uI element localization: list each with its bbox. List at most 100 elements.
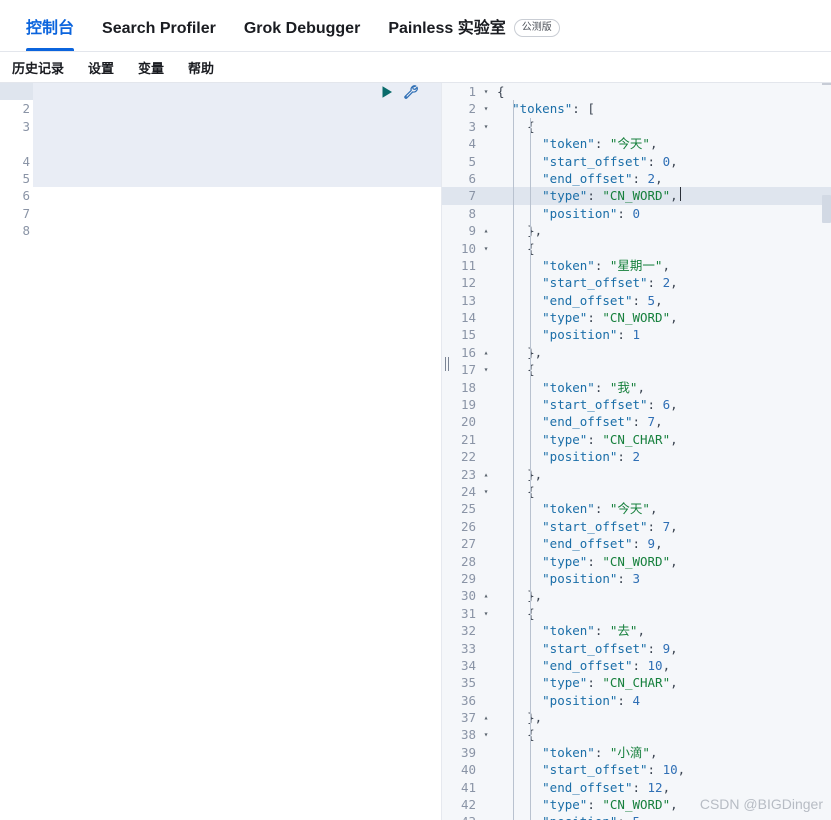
line-number: 3 bbox=[22, 118, 30, 134]
code-token: : bbox=[587, 553, 603, 569]
line-number: 1 bbox=[22, 84, 30, 99]
tab-console[interactable]: 控制台 bbox=[12, 20, 88, 51]
code-line-text: }, bbox=[493, 709, 831, 726]
submenu-item-help[interactable]: 帮助 bbox=[188, 58, 214, 77]
code-line-text: { bbox=[493, 483, 831, 500]
code-line-text: "end_offset": 2, bbox=[493, 170, 831, 187]
fold-toggle-icon[interactable]: ▾ bbox=[479, 118, 493, 135]
code-line-text: { bbox=[493, 726, 831, 743]
code-line-text: "start_offset": 6, bbox=[493, 396, 831, 413]
code-token: 12 bbox=[647, 779, 663, 795]
code-token: "去" bbox=[609, 623, 638, 639]
code-line-text: "end_offset": 10, bbox=[493, 657, 831, 674]
tab-grok-debugger[interactable]: Grok Debugger bbox=[230, 20, 374, 51]
play-icon[interactable] bbox=[380, 85, 394, 99]
code-line: 30 ▴ }, bbox=[442, 587, 831, 604]
code-line: 33 "start_offset": 9, bbox=[442, 640, 831, 657]
code-token: , bbox=[670, 518, 678, 534]
code-line: 6 bbox=[0, 187, 441, 204]
fold-toggle-icon[interactable]: ▴ bbox=[479, 466, 493, 483]
code-line-text: "token": "今天", bbox=[493, 500, 831, 517]
code-token: "CN_CHAR" bbox=[602, 431, 671, 447]
code-line-text: { bbox=[493, 118, 831, 135]
response-scrollbar[interactable] bbox=[822, 83, 831, 820]
code-token: , bbox=[655, 292, 663, 308]
code-token: "end_offset" bbox=[542, 657, 633, 673]
line-number: 2 bbox=[22, 101, 30, 117]
code-token: "end_offset" bbox=[542, 292, 633, 308]
fold-toggle-icon[interactable]: ▾ bbox=[33, 100, 47, 117]
fold-toggle-icon[interactable]: ▾ bbox=[479, 240, 493, 257]
tab-painless-lab[interactable]: Painless 实验室 公测版 bbox=[374, 19, 573, 51]
fold-toggle-icon[interactable]: ▴ bbox=[479, 587, 493, 604]
code-token: : bbox=[632, 657, 648, 673]
code-token: 3 bbox=[632, 570, 641, 586]
code-token: : bbox=[141, 153, 149, 169]
fold-toggle-icon[interactable]: ▾ bbox=[479, 726, 493, 743]
fold-toggle-icon[interactable]: ▾ bbox=[479, 83, 493, 100]
code-token: : bbox=[617, 814, 632, 820]
code-line: 34 "end_offset": 10, bbox=[442, 657, 831, 674]
code-token: : bbox=[632, 292, 648, 308]
code-token: 5 bbox=[632, 814, 640, 820]
code-line-text: "token": "星期一", bbox=[493, 257, 831, 274]
code-line: 38 ▾ { bbox=[442, 726, 831, 743]
code-token: { bbox=[527, 362, 535, 378]
code-token: "type" bbox=[542, 310, 588, 326]
code-line: 11 "token": "星期一", bbox=[442, 257, 831, 274]
code-line: 3 "text":"今天星期一,我今天去小滴课堂学习spring cloud项目… bbox=[0, 118, 441, 153]
submenu-item-variables[interactable]: 变量 bbox=[138, 58, 164, 77]
code-line: 8 "position": 0 bbox=[442, 205, 831, 222]
submenu-item-settings[interactable]: 设置 bbox=[88, 58, 114, 77]
code-line-text: "end_offset": 12, bbox=[493, 779, 831, 796]
response-scrollbar-thumb[interactable] bbox=[822, 195, 831, 223]
response-viewer-pane[interactable]: 1 ▾{2 ▾ "tokens": [3 ▾ {4 "token": "今天", 5 "… bbox=[442, 83, 831, 820]
code-line: 15 "position": 1 bbox=[442, 326, 831, 343]
code-line: 37 ▴ }, bbox=[442, 709, 831, 726]
code-token: "type" bbox=[542, 675, 588, 691]
code-line: 22 "position": 2 bbox=[442, 448, 831, 465]
fold-toggle-icon[interactable]: ▾ bbox=[479, 100, 493, 117]
fold-toggle-icon[interactable]: ▴ bbox=[479, 709, 493, 726]
code-line-text: "start_offset": 0, bbox=[493, 153, 831, 170]
fold-toggle-icon[interactable]: ▴ bbox=[479, 344, 493, 361]
code-token: , bbox=[637, 379, 645, 395]
code-token: { bbox=[497, 84, 505, 99]
submenu-item-history[interactable]: 历史记录 bbox=[12, 58, 64, 77]
tab-search-profiler[interactable]: Search Profiler bbox=[88, 20, 230, 51]
code-token: : bbox=[617, 449, 633, 465]
line-number: 7 bbox=[22, 205, 30, 221]
code-token: "token" bbox=[542, 744, 595, 760]
code-line-text: "start_offset": 2, bbox=[493, 274, 831, 291]
code-token: : bbox=[632, 170, 648, 186]
code-line: 39 "token": "小滴", bbox=[442, 744, 831, 761]
fold-toggle-icon[interactable]: ▾ bbox=[479, 483, 493, 500]
code-line-text: } bbox=[47, 170, 441, 187]
request-code[interactable]: 1 GET /_analyze 2 ▾{3 "text":"今天星期一,我今天去小滴课… bbox=[0, 83, 441, 240]
code-token: "CN_WORD" bbox=[602, 797, 671, 813]
code-line-text: "analyzer":"ik_smart" bbox=[47, 153, 441, 170]
code-token: "token" bbox=[542, 257, 595, 273]
code-line: 16 ▴ }, bbox=[442, 344, 831, 361]
code-token: : bbox=[647, 640, 663, 656]
pane-splitter-grip[interactable] bbox=[445, 357, 450, 371]
request-editor-pane[interactable]: 1 GET /_analyze 2 ▾{3 "text":"今天星期一,我今天去小滴课… bbox=[0, 83, 442, 820]
response-code[interactable]: 1 ▾{2 ▾ "tokens": [3 ▾ {4 "token": "今天", 5 "… bbox=[442, 83, 831, 820]
code-line: 2 ▾ "tokens": [ bbox=[442, 100, 831, 117]
fold-toggle-icon[interactable]: ▾ bbox=[479, 361, 493, 378]
fold-toggle-icon[interactable]: ▴ bbox=[33, 170, 47, 187]
code-line-text: { bbox=[493, 605, 831, 622]
code-token: , bbox=[670, 397, 678, 413]
fold-toggle-icon[interactable]: ▴ bbox=[479, 222, 493, 239]
wrench-icon[interactable] bbox=[403, 84, 419, 100]
fold-toggle-icon[interactable]: ▾ bbox=[479, 605, 493, 622]
pane-splitter[interactable] bbox=[442, 83, 452, 820]
